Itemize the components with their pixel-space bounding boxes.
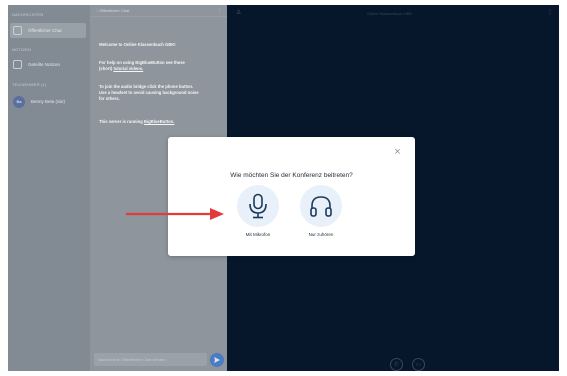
chat-message-input[interactable]: Nachricht an Öffentlicher Chat senden <box>94 353 207 366</box>
microphone-option-label[interactable]: Mit Mikrofon <box>228 232 288 237</box>
phone-icon: ✆ <box>393 362 400 368</box>
help-text-short: (short) <box>99 66 113 71</box>
chat-title-button[interactable]: ‹ Öffentlicher Chat <box>97 8 129 13</box>
arrow-right-icon <box>126 208 224 220</box>
close-icon: × <box>394 146 401 158</box>
bbb-window: NACHRICHTEN Öffentlicher Chat NOTIZEN Ge… <box>8 5 559 371</box>
chat-options-icon[interactable]: ⋮ <box>217 8 222 14</box>
messages-heading: NACHRICHTEN <box>12 12 44 17</box>
chat-message-help: For help on using BigBlueButton see thes… <box>99 60 219 72</box>
headphones-icon <box>310 196 332 217</box>
notes-heading: NOTIZEN <box>12 47 31 52</box>
chat-header: ‹ Öffentlicher Chat ⋮ <box>90 5 227 17</box>
bigbluebutton-link[interactable]: BigBlueButton. <box>144 119 174 124</box>
sidebar-item-shared-notes[interactable]: Geteilte Notizen <box>10 57 86 72</box>
chat-icon <box>13 26 22 35</box>
send-icon <box>214 357 220 363</box>
meeting-title: Online Klassenbuch GBK <box>367 11 413 16</box>
audio-join-button[interactable]: ✆ <box>390 358 403 371</box>
options-menu-icon[interactable]: ⋮ <box>547 9 553 16</box>
tutorial-videos-link[interactable]: tutorial videos. <box>113 66 143 71</box>
audio-modal: × Wie möchten Sie der Konferenz beitrete… <box>168 137 415 256</box>
help-text: For help on using BigBlueButton see thes… <box>99 60 185 65</box>
listen-only-option-button[interactable] <box>300 185 342 227</box>
send-button[interactable] <box>210 353 224 367</box>
microphone-option-button[interactable] <box>237 185 279 227</box>
audio-text-3: for others. <box>99 96 120 101</box>
modal-question: Wie möchten Sie der Konferenz beitreten? <box>230 172 353 179</box>
microphone-icon <box>249 193 267 219</box>
sidebar-item-public-chat[interactable]: Öffentlicher Chat <box>10 23 86 38</box>
user-sidebar: NACHRICHTEN Öffentlicher Chat NOTIZEN Ge… <box>8 5 90 371</box>
server-text: This server is running <box>99 119 143 124</box>
modal-close-button[interactable]: × <box>392 147 403 158</box>
user-icon[interactable]: ♙ <box>236 9 241 16</box>
avatar: Ba <box>13 95 25 108</box>
audio-text-2: Use a headset to avoid causing backgroun… <box>99 90 199 95</box>
camera-icon: ▭ <box>415 362 422 368</box>
chat-message-welcome: Welcome to Online Klassenbuch GBK! <box>99 42 219 48</box>
chat-message-audio: To join the audio bridge click the phone… <box>99 84 219 102</box>
sidebar-item-label: Geteilte Notizen <box>28 62 61 67</box>
chat-message-server: This server is running BigBlueButton. <box>99 119 219 125</box>
video-button[interactable]: ▭ <box>412 358 425 371</box>
listen-only-option-label[interactable]: Nur zuhören <box>291 232 351 237</box>
welcome-text: Welcome to Online Klassenbuch GBK! <box>99 42 176 47</box>
user-list-item[interactable]: Ba Benny Beta (Sie) <box>10 94 86 109</box>
audio-text-1: To join the audio bridge click the phone… <box>99 84 194 89</box>
notes-icon <box>13 60 22 69</box>
user-name: Benny Beta (Sie) <box>31 99 66 104</box>
users-heading: TEILNEHMER (1) <box>12 82 47 87</box>
sidebar-item-label: Öffentlicher Chat <box>28 28 62 33</box>
